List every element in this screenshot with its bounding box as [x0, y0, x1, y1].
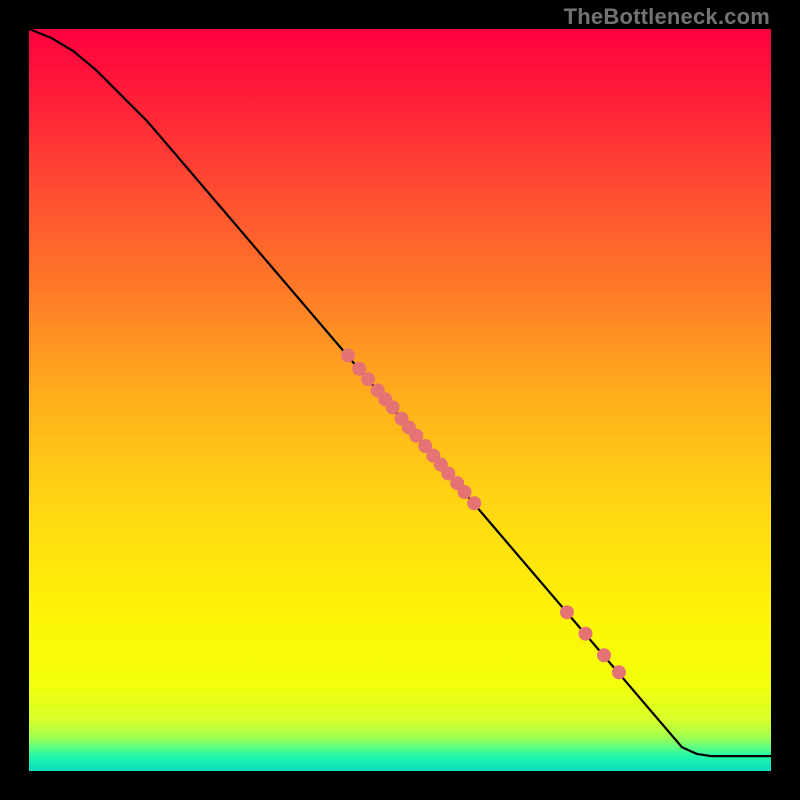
- chart-data-point: [560, 605, 574, 619]
- watermark-text: TheBottleneck.com: [564, 4, 770, 30]
- chart-svg: [29, 29, 771, 771]
- chart-data-point: [467, 496, 481, 510]
- chart-data-point: [579, 627, 593, 641]
- chart-data-point: [361, 372, 375, 386]
- chart-background: [29, 29, 771, 771]
- chart-data-point: [386, 400, 400, 414]
- chart-data-point: [612, 665, 626, 679]
- chart-data-point: [458, 485, 472, 499]
- chart-plot-area: [29, 29, 771, 771]
- chart-data-point: [341, 348, 355, 362]
- chart-data-point: [597, 648, 611, 662]
